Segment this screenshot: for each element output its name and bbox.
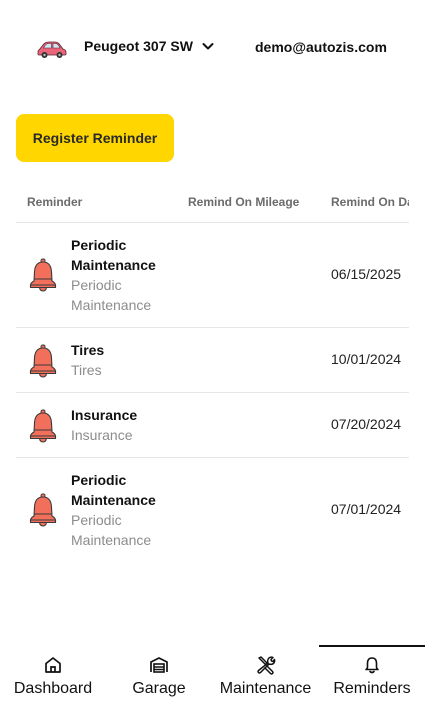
reminder-title: Periodic Maintenance [71, 237, 156, 273]
reminder-subtitle: Insurance [71, 427, 133, 443]
nav-label: Reminders [333, 680, 411, 697]
user-email[interactable]: demo@autozis.com [255, 39, 387, 55]
reminder-subtitle: Periodic Maintenance [71, 277, 152, 313]
nav-item-reminders[interactable]: Reminders [319, 645, 425, 709]
remind-on-date: 10/01/2024 [331, 351, 402, 367]
tools-icon [256, 656, 275, 675]
reminders-table: Reminder Remind On Mileage Remind On Da … [16, 182, 409, 602]
bell-icon [29, 409, 57, 443]
nav-item-maintenance[interactable]: Maintenance [212, 645, 319, 709]
car-icon [37, 41, 67, 58]
column-header-remind-on-mileage[interactable]: Remind On Mileage [188, 195, 299, 209]
nav-label: Dashboard [13, 680, 93, 697]
nav-label: Garage [132, 680, 186, 697]
bottom-navigation: Dashboard Garage Maintenance Reminders [0, 645, 425, 709]
remind-on-date: 07/20/2024 [331, 416, 402, 432]
column-header-remind-on-date[interactable]: Remind On Da [331, 195, 409, 209]
nav-item-dashboard[interactable]: Dashboard [0, 645, 106, 709]
table-row[interactable]: Periodic Maintenance Periodic Maintenanc… [16, 223, 409, 328]
table-row[interactable]: Periodic Maintenance Periodic Maintenanc… [16, 458, 409, 563]
bell-icon [29, 344, 57, 378]
table-row[interactable]: Tires Tires 10/01/2024 [16, 328, 409, 393]
column-header-reminder[interactable]: Reminder [27, 195, 82, 209]
remind-on-date: 07/01/2024 [331, 501, 402, 517]
table-row[interactable]: Insurance Insurance 07/20/2024 [16, 393, 409, 458]
reminder-title: Periodic Maintenance [71, 472, 156, 508]
chevron-down-icon [202, 43, 214, 50]
reminder-subtitle: Periodic Maintenance [71, 512, 152, 548]
bell-icon [29, 258, 57, 292]
home-icon [45, 657, 61, 673]
vehicle-selector[interactable]: Peugeot 307 SW [84, 38, 215, 54]
top-bar: Peugeot 307 SW demo@autozis.com [0, 0, 425, 96]
reminder-title: Insurance [71, 407, 138, 423]
bell-icon [29, 493, 57, 527]
register-reminder-button[interactable]: Register Reminder [16, 114, 174, 162]
remind-on-date: 06/15/2025 [331, 266, 402, 282]
garage-icon [150, 657, 168, 673]
reminder-title: Tires [71, 342, 105, 358]
table-header: Reminder Remind On Mileage Remind On Da [16, 182, 409, 223]
nav-label: Maintenance [219, 680, 312, 697]
bell-icon [365, 657, 379, 674]
reminder-subtitle: Tires [71, 362, 102, 378]
vehicle-name: Peugeot 307 SW [84, 38, 193, 54]
nav-item-garage[interactable]: Garage [106, 645, 212, 709]
